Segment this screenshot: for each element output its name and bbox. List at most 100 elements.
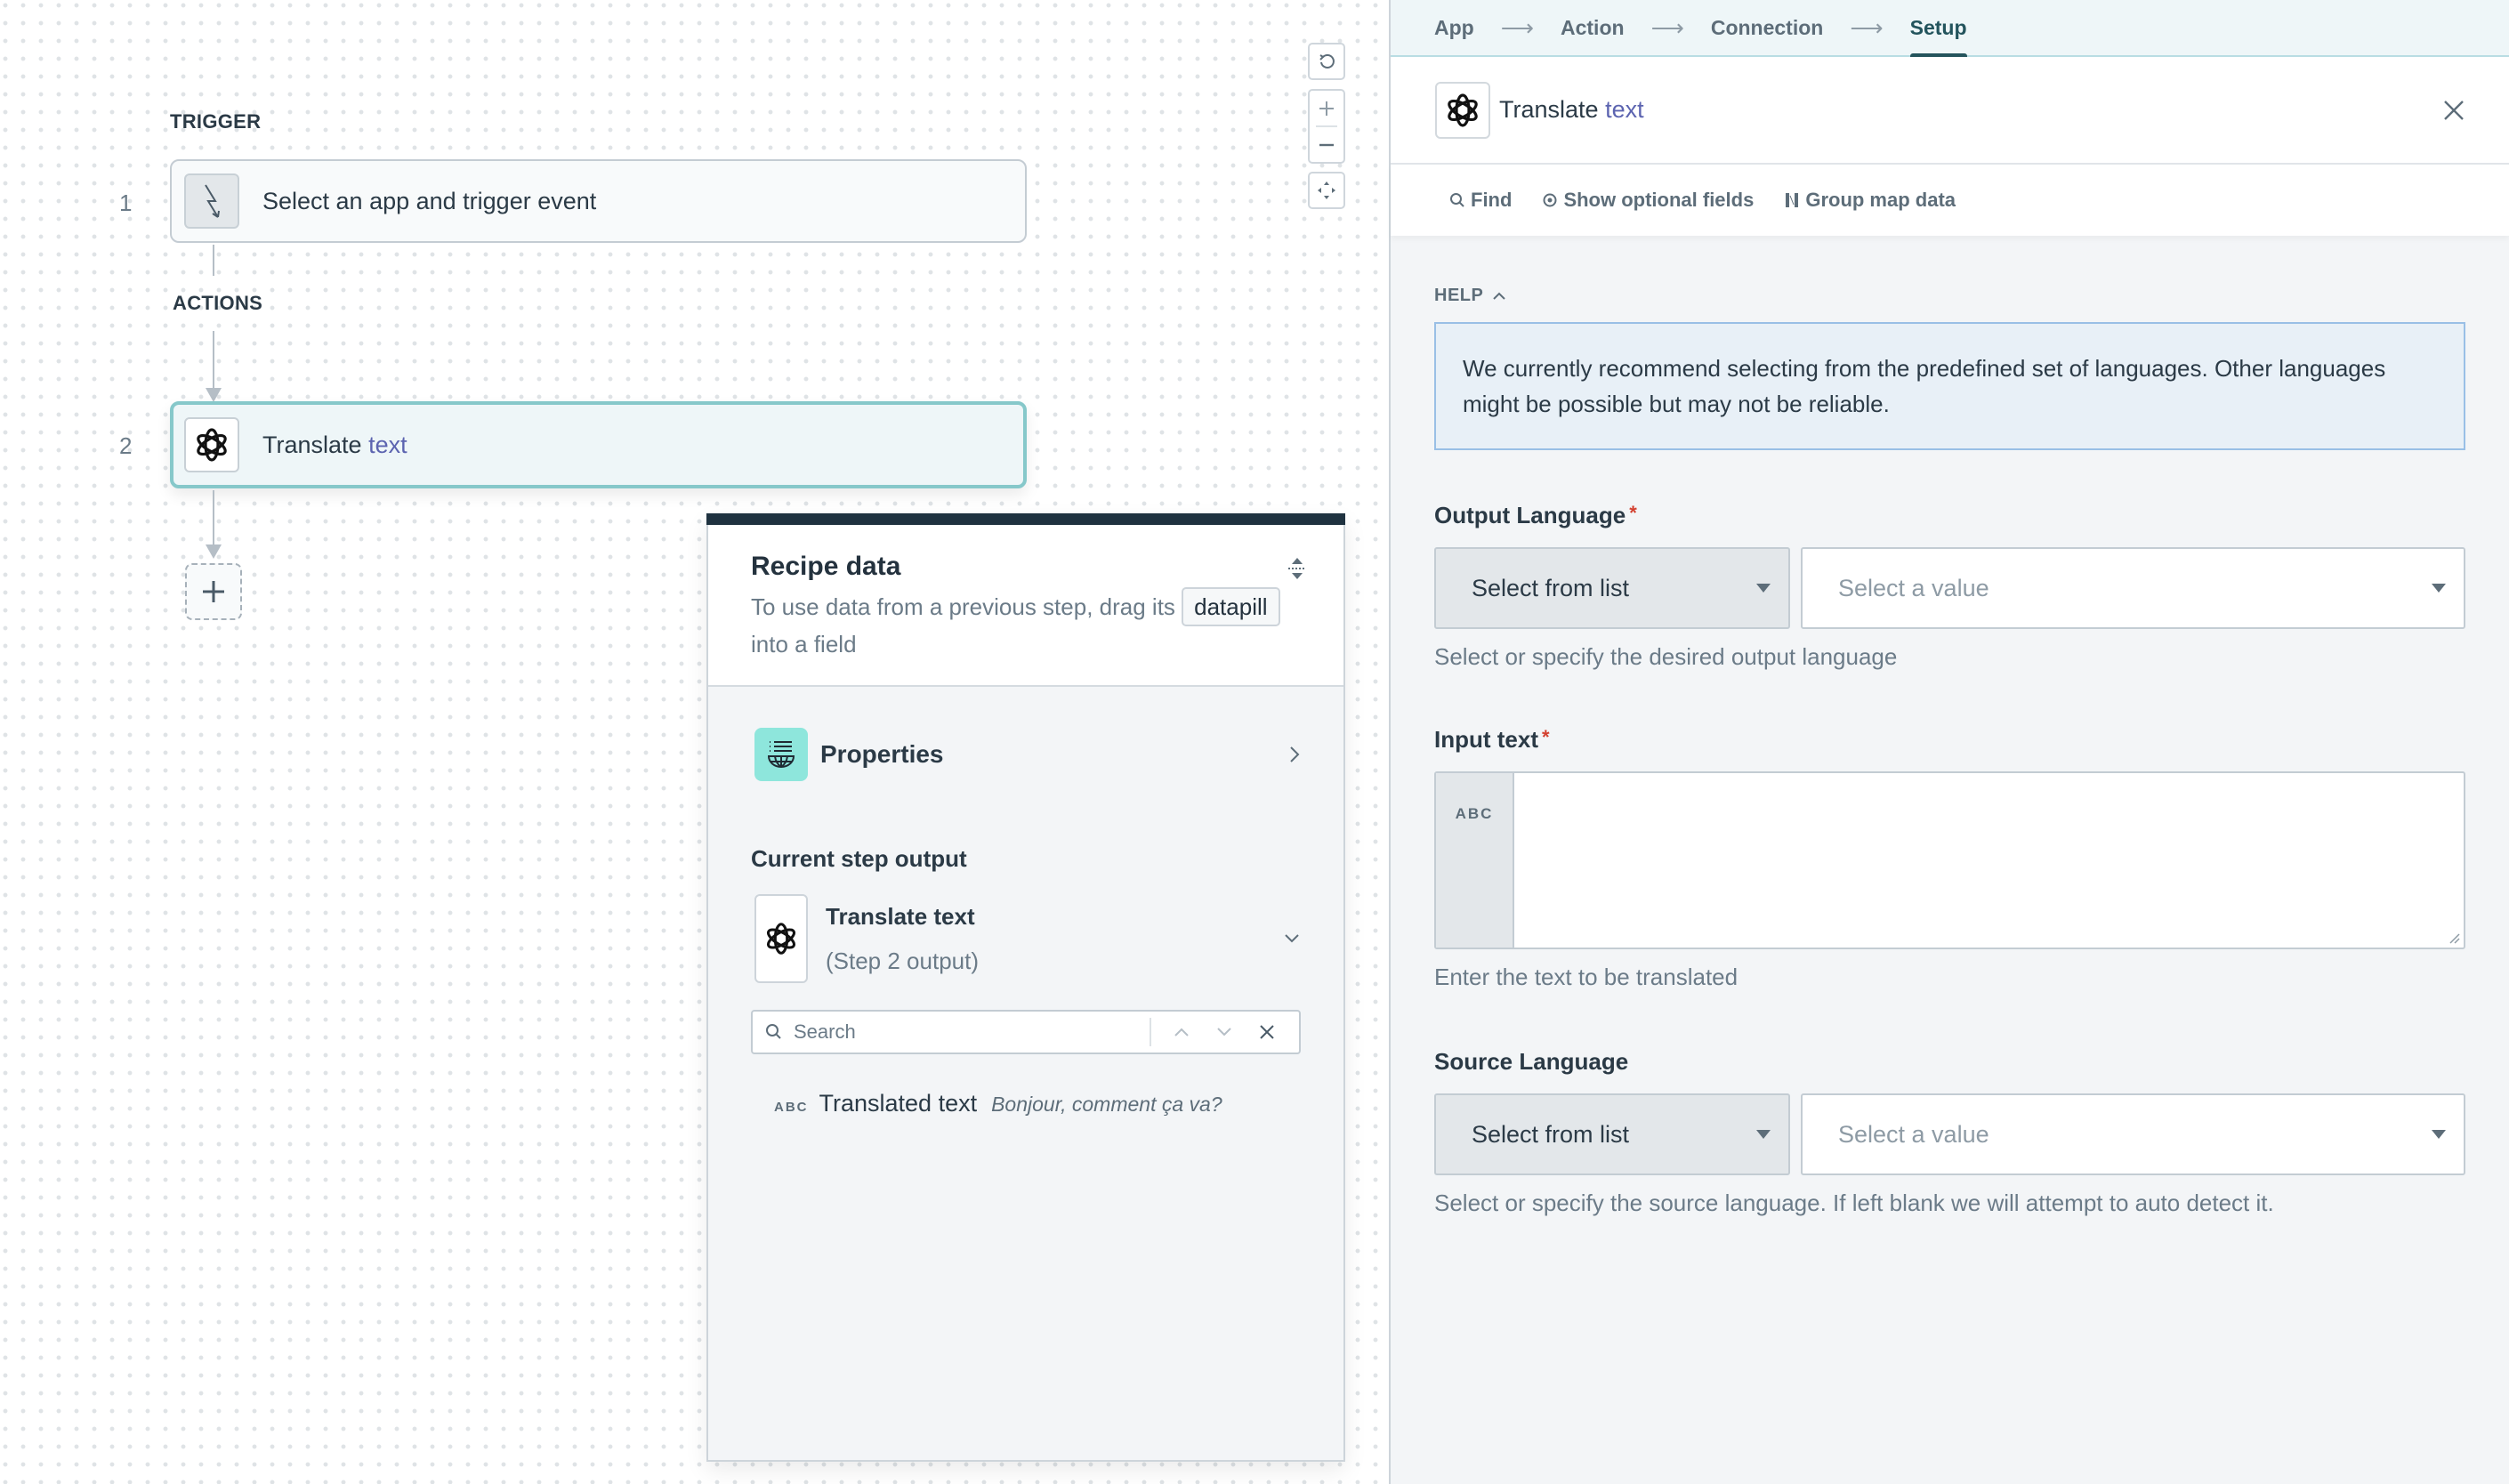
caret-down-icon — [2432, 1130, 2446, 1139]
output-language-mode-select[interactable]: Select from list — [1434, 547, 1790, 629]
output-language-value-select[interactable]: Select a value — [1801, 547, 2465, 629]
openai-icon — [1435, 81, 1490, 139]
trigger-step-card[interactable]: Select an app and trigger event — [170, 159, 1027, 243]
source-language-value-select[interactable]: Select a value — [1801, 1093, 2465, 1175]
step-output-subtitle: (Step 2 output) — [826, 948, 979, 974]
connector-arrow-icon — [206, 544, 222, 559]
datapill-search — [751, 1010, 1301, 1054]
fit-to-screen-button[interactable] — [1308, 172, 1345, 209]
datapill-translated-text[interactable]: ABC Translated text Bonjour, comment ça … — [708, 1054, 1343, 1117]
source-language-field: Source Language Select from list Select … — [1434, 1048, 2465, 1217]
tab-action[interactable]: Action — [1561, 0, 1625, 56]
caret-down-icon — [2432, 584, 2446, 593]
group-map-data-button[interactable]: Group map data — [1784, 189, 1956, 212]
step-config-panel: App ⟶ Action ⟶ Connection ⟶ Setup Transl… — [1389, 0, 2509, 1484]
required-marker: * — [1542, 726, 1550, 748]
string-type-badge: ABC — [1436, 773, 1514, 948]
recipe-data-panel: Recipe data To use data from a previous … — [706, 513, 1345, 1462]
minus-icon — [1319, 143, 1334, 146]
group-map-icon — [1786, 193, 1799, 207]
tab-connection[interactable]: Connection — [1711, 0, 1824, 56]
current-step-output-heading: Current step output — [751, 845, 967, 872]
chevron-up-icon — [1493, 292, 1506, 300]
source-language-hint: Select or specify the source language. I… — [1434, 1190, 2274, 1216]
recipe-data-description: To use data from a previous step, drag i… — [751, 587, 1285, 662]
properties-globe-list-icon — [754, 728, 808, 781]
close-icon — [2444, 101, 2464, 120]
datapill-sample-value: Bonjour, comment ça va? — [991, 1093, 1222, 1116]
add-step-button[interactable] — [185, 563, 242, 620]
eye-icon — [1543, 193, 1557, 207]
search-icon — [766, 1024, 781, 1039]
input-text-hint: Enter the text to be translated — [1434, 964, 1739, 990]
recipe-data-header: Recipe data To use data from a previous … — [708, 525, 1343, 687]
trigger-section-label: TRIGGER — [170, 110, 262, 133]
translate-step-card[interactable]: Translate text — [170, 401, 1027, 488]
previous-match-button[interactable] — [1160, 1014, 1203, 1050]
plus-icon — [1319, 101, 1334, 116]
input-text-field: Input text * ABC Enter the text to be tra… — [1434, 726, 2465, 991]
find-button[interactable]: Find — [1449, 189, 1512, 212]
help-toggle[interactable]: HELP — [1434, 286, 2465, 306]
connector-line — [213, 331, 214, 390]
panel-toolbar: Find Show optional fields Group map data — [1391, 165, 2509, 236]
openai-icon — [754, 894, 808, 983]
search-icon — [1450, 193, 1464, 207]
connector-arrow-icon — [206, 388, 222, 402]
arrow-right-icon: ⟶ — [1500, 13, 1534, 41]
collapse-expand-icon[interactable] — [1287, 557, 1308, 585]
translate-step-title: Translate text — [262, 431, 407, 458]
chevron-down-icon — [1217, 1028, 1231, 1036]
connector-line — [213, 245, 214, 276]
workflow-canvas[interactable]: TRIGGER 1 Select an app and trigger even… — [0, 0, 1390, 1484]
source-language-mode-select[interactable]: Select from list — [1434, 1093, 1790, 1175]
clear-search-button[interactable] — [1246, 1014, 1288, 1050]
search-divider — [1150, 1018, 1151, 1046]
datapill-search-input[interactable] — [794, 1020, 1150, 1044]
tab-app[interactable]: App — [1434, 0, 1474, 56]
fit-to-screen-icon — [1310, 173, 1343, 207]
arrow-right-icon: ⟶ — [1650, 13, 1684, 41]
zoom-controls — [1308, 89, 1345, 164]
step-number: 1 — [119, 190, 133, 216]
zoom-in-button[interactable] — [1310, 91, 1343, 125]
connector-line — [213, 490, 214, 547]
step-output-title: Translate text — [826, 903, 975, 930]
caret-down-icon — [1756, 584, 1771, 593]
chevron-right-icon — [1290, 746, 1300, 762]
plus-icon — [203, 581, 224, 602]
properties-row[interactable]: Properties — [708, 687, 1343, 795]
panel-body: HELP We currently recommend selecting fr… — [1391, 236, 2509, 1217]
step-number: 2 — [119, 432, 133, 459]
trigger-bolt-icon — [184, 173, 239, 229]
show-optional-fields-button[interactable]: Show optional fields — [1542, 189, 1754, 212]
reset-view-icon — [1310, 44, 1343, 78]
panel-header: Translate text — [1391, 57, 2509, 165]
output-language-field: Output Language * Select from list Select… — [1434, 502, 2465, 671]
step-output-row[interactable]: Translate text (Step 2 output) — [708, 873, 1343, 983]
close-panel-button[interactable] — [2434, 91, 2473, 130]
tab-setup[interactable]: Setup — [1909, 0, 1967, 58]
chevron-down-icon — [1285, 934, 1299, 943]
output-language-label: Output Language * — [1434, 502, 1637, 528]
recipe-panel-topbar — [706, 513, 1345, 525]
source-language-label: Source Language — [1434, 1048, 1629, 1075]
input-text-textarea[interactable] — [1514, 773, 2464, 948]
resize-handle-icon[interactable] — [2448, 932, 2460, 944]
next-match-button[interactable] — [1203, 1014, 1246, 1050]
wizard-tabs: App ⟶ Action ⟶ Connection ⟶ Setup — [1391, 0, 2509, 58]
output-language-hint: Select or specify the desired output lan… — [1434, 643, 1898, 670]
caret-down-icon — [1756, 1130, 1771, 1139]
properties-label: Properties — [820, 740, 944, 768]
datapill-example: datapill — [1182, 587, 1280, 626]
panel-title: Translate text — [1499, 96, 1644, 123]
reset-view-button[interactable] — [1308, 43, 1345, 80]
openai-icon — [184, 417, 239, 472]
chevron-up-icon — [1174, 1028, 1189, 1036]
actions-section-label: ACTIONS — [173, 292, 263, 314]
string-type-icon: ABC — [774, 1100, 809, 1115]
help-message: We currently recommend selecting from th… — [1434, 322, 2465, 450]
trigger-step-title: Select an app and trigger event — [262, 187, 597, 214]
required-marker: * — [1629, 502, 1637, 524]
zoom-out-button[interactable] — [1310, 127, 1343, 162]
